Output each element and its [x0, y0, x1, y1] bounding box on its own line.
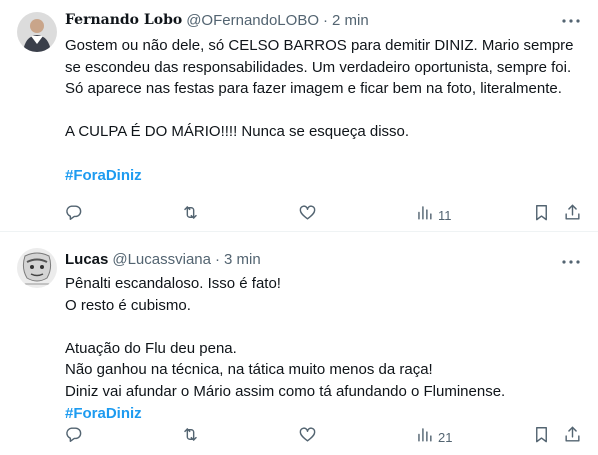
- tweet-line: O resto é cubismo.: [65, 296, 191, 314]
- separator: ·: [214, 250, 220, 268]
- tweet-header: Lucas @Lucassviana · 3 min: [65, 249, 261, 269]
- tweet-text: Pênalti escandaloso. Isso é fato! O rest…: [65, 273, 580, 424]
- tweet-line: Atuação do Flu deu pena.: [65, 339, 237, 357]
- like-icon: [298, 425, 317, 449]
- tweet[interactable]: Fernando Lobo @OFernandoLOBO · 2 min Gos…: [0, 0, 598, 232]
- views-count: 21: [438, 429, 453, 445]
- author-handle[interactable]: @OFernandoLOBO: [186, 12, 319, 29]
- avatar[interactable]: [17, 12, 57, 52]
- share-icon: [563, 425, 582, 449]
- views-button[interactable]: 21: [415, 422, 452, 452]
- tweet-line: Não ganhou na técnica, na tática muito m…: [65, 361, 433, 379]
- author-name[interactable]: Lucas: [65, 251, 108, 268]
- share-button[interactable]: [563, 200, 582, 230]
- timestamp[interactable]: 3 min: [224, 251, 261, 268]
- tweet-header: Fernando Lobo @OFernandoLOBO · 2 min: [65, 10, 369, 30]
- retweet-icon: [181, 203, 200, 227]
- author-handle[interactable]: @Lucassviana: [112, 251, 211, 268]
- share-button[interactable]: [563, 422, 582, 452]
- retweet-icon: [181, 425, 200, 449]
- avatar[interactable]: [17, 248, 57, 288]
- separator: ·: [323, 11, 328, 29]
- bookmark-icon: [532, 203, 551, 227]
- reply-button[interactable]: [64, 422, 83, 452]
- reply-icon: [64, 203, 83, 227]
- bookmark-button[interactable]: [532, 422, 551, 452]
- views-icon: [415, 203, 434, 227]
- views-count: 11: [438, 207, 452, 223]
- reply-icon: [64, 425, 83, 449]
- action-bar: 21: [58, 422, 588, 452]
- more-icon[interactable]: [561, 11, 581, 31]
- like-icon: [298, 203, 317, 227]
- tweet-paragraph: Gostem ou não dele, só CELSO BARROS para…: [65, 37, 574, 98]
- share-icon: [563, 203, 582, 227]
- retweet-button[interactable]: [181, 200, 200, 230]
- tweet-paragraph: A CULPA É DO MÁRIO!!!! Nunca se esqueça …: [65, 123, 410, 141]
- author-name[interactable]: Fernando Lobo: [65, 12, 182, 28]
- like-button[interactable]: [298, 200, 317, 230]
- retweet-button[interactable]: [181, 422, 200, 452]
- tweet[interactable]: Lucas @Lucassviana · 3 min Pênalti escan…: [0, 232, 598, 455]
- tweet-line: Pênalti escandaloso. Isso é fato!: [65, 275, 281, 292]
- more-icon[interactable]: [561, 252, 581, 272]
- tweet-line: Diniz vai afundar o Mário assim como tá …: [65, 382, 506, 400]
- action-bar: 11: [58, 200, 588, 230]
- bookmark-button[interactable]: [532, 200, 551, 230]
- timestamp[interactable]: 2 min: [332, 12, 369, 29]
- views-icon: [415, 425, 434, 449]
- bookmark-icon: [532, 425, 551, 449]
- hashtag-link[interactable]: #ForaDiniz: [65, 405, 142, 422]
- tweet-text: Gostem ou não dele, só CELSO BARROS para…: [65, 35, 580, 186]
- like-button[interactable]: [298, 422, 317, 452]
- views-button[interactable]: 11: [415, 200, 452, 230]
- reply-button[interactable]: [64, 200, 83, 230]
- hashtag-link[interactable]: #ForaDiniz: [65, 167, 142, 184]
